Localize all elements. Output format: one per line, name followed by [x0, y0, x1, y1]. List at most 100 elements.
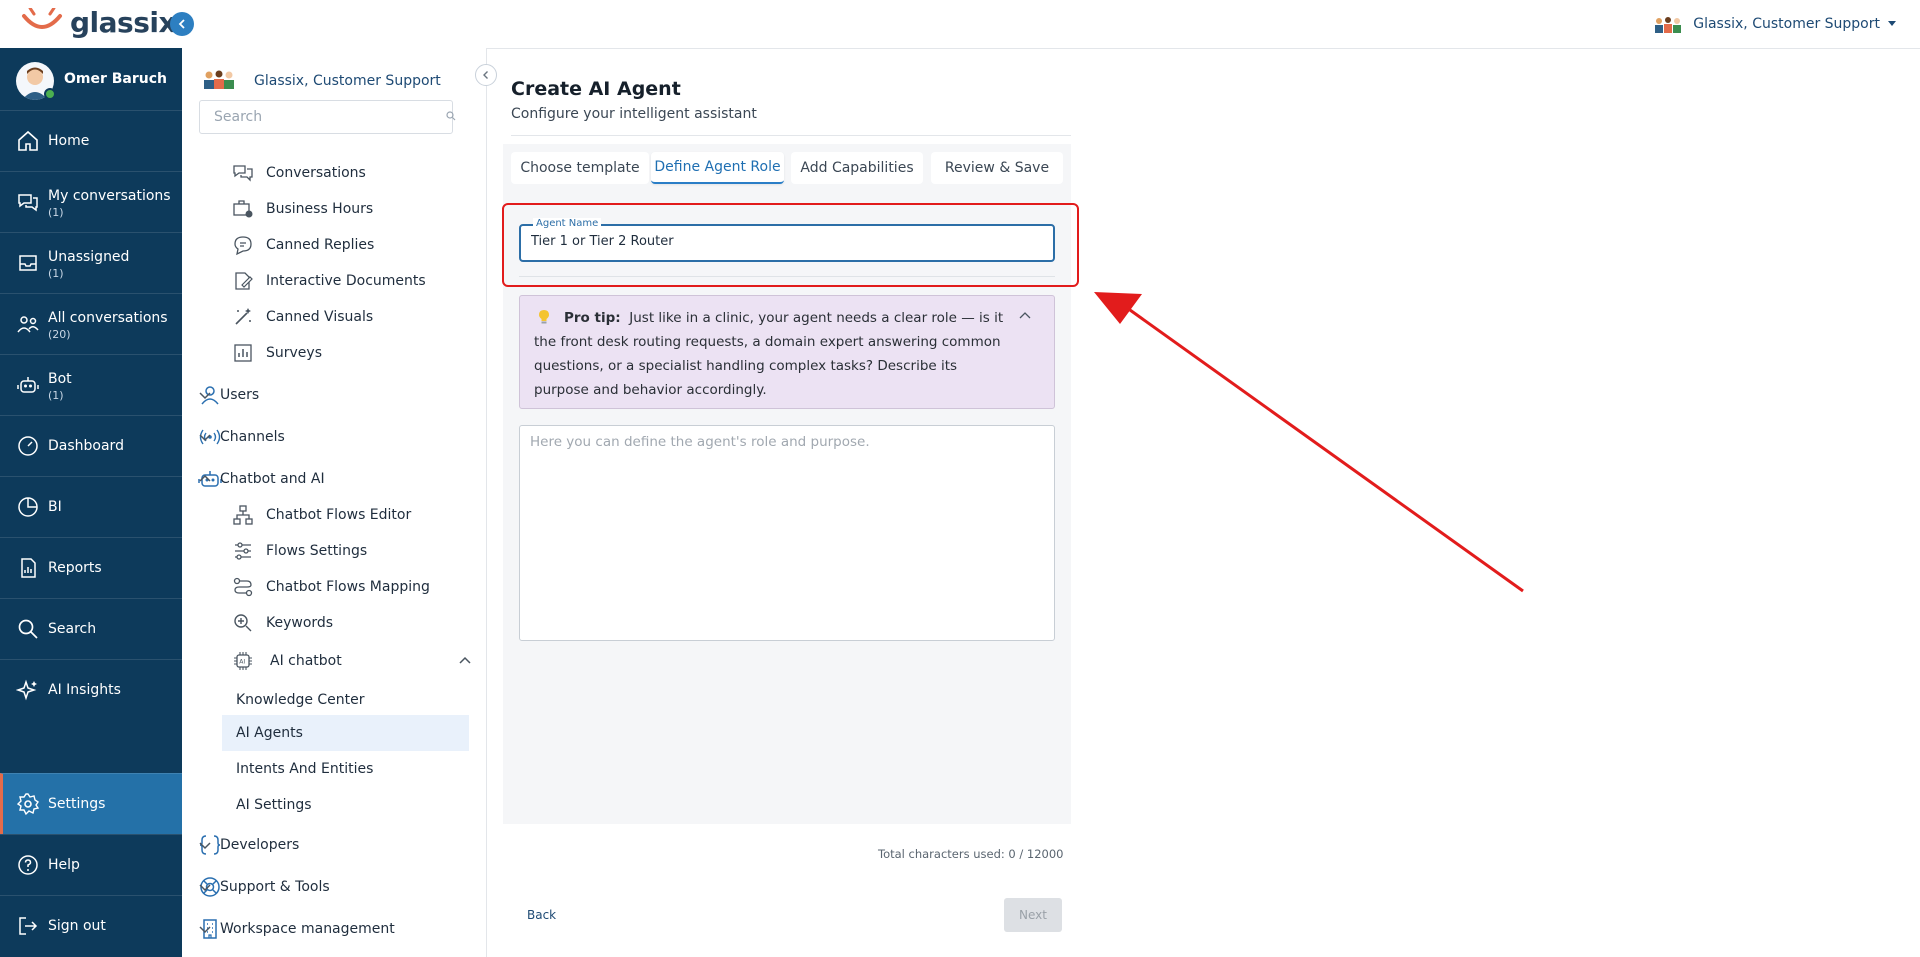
bar-chart-icon [232, 342, 254, 364]
menu-workspace-management[interactable]: Workspace management [198, 911, 474, 947]
settings-search-input[interactable] [199, 100, 453, 134]
step-review-save[interactable]: Review & Save [931, 152, 1063, 184]
nav-help[interactable]: Help [0, 834, 182, 895]
collapse-nav-button[interactable] [170, 12, 194, 36]
nav-settings-label: Settings [48, 796, 106, 812]
nav-bot-count: (1) [48, 389, 64, 402]
nav-bi[interactable]: BI [0, 476, 182, 537]
menu-users[interactable]: Users [198, 377, 474, 413]
menu-surveys[interactable]: Surveys [222, 338, 472, 368]
briefcase-clock-icon [232, 198, 254, 220]
reply-bubble-icon [232, 234, 254, 256]
agent-name-label: Agent Name [533, 218, 602, 229]
pro-tip-label: Pro tip: [564, 310, 621, 326]
chevron-up-icon[interactable] [1018, 310, 1032, 320]
menu-conversations[interactable]: Conversations [222, 158, 472, 188]
nav-home[interactable]: Home [0, 110, 182, 171]
document-edit-icon [232, 270, 254, 292]
menu-flows-settings[interactable]: Flows Settings [222, 536, 472, 566]
pro-tip-text: Pro tip: Just like in a clinic, your age… [534, 306, 1004, 402]
menu-interactive-documents-label: Interactive Documents [266, 273, 426, 289]
settings-menu: Glassix, Customer Support Conversations … [182, 48, 487, 957]
nav-unassigned-count: (1) [48, 267, 64, 280]
menu-developers[interactable]: Developers [198, 827, 474, 863]
nav-unassigned[interactable]: Unassigned (1) [0, 232, 182, 293]
nav-ai-insights-label: AI Insights [48, 682, 121, 698]
online-status-dot [44, 88, 56, 100]
gauge-icon [16, 434, 40, 458]
sliders-icon [232, 540, 254, 562]
nav-all-conversations[interactable]: All conversations (20) [0, 293, 182, 354]
nav-bot-label: Bot [48, 371, 72, 387]
nav-home-label: Home [48, 133, 90, 149]
page-subtitle: Configure your intelligent assistant [511, 106, 757, 122]
pie-chart-icon [16, 495, 40, 519]
nav-search[interactable]: Search [0, 598, 182, 659]
nav-dashboard[interactable]: Dashboard [0, 415, 182, 476]
menu-interactive-documents[interactable]: Interactive Documents [222, 266, 472, 296]
field-divider [519, 276, 1055, 277]
search-icon [446, 111, 456, 121]
ai-chip-icon: AI [232, 650, 254, 672]
inbox-icon [16, 251, 40, 275]
agent-name-field[interactable]: Agent Name [519, 218, 1055, 262]
menu-intents-and-entities[interactable]: Intents And Entities [222, 751, 469, 787]
nav-bot[interactable]: Bot (1) [0, 354, 182, 415]
nav-sign-out[interactable]: Sign out [0, 895, 182, 956]
glassix-logo-icon [20, 8, 64, 38]
nav-reports-label: Reports [48, 560, 102, 576]
menu-canned-replies[interactable]: Canned Replies [222, 230, 472, 260]
menu-ai-settings[interactable]: AI Settings [222, 787, 469, 823]
menu-ai-settings-label: AI Settings [236, 797, 312, 813]
chevron-down-icon [198, 922, 212, 936]
menu-channels-label: Channels [220, 429, 285, 445]
back-button[interactable]: Back [527, 908, 556, 922]
team-icon [16, 312, 40, 336]
menu-canned-visuals[interactable]: Canned Visuals [222, 302, 472, 332]
collapse-settings-panel-button[interactable] [475, 64, 497, 86]
menu-users-label: Users [220, 387, 260, 403]
nav-settings[interactable]: Settings [0, 773, 182, 834]
step-define-agent-role[interactable]: Define Agent Role [651, 152, 784, 184]
menu-support-tools-label: Support & Tools [220, 879, 330, 895]
team-avatar-icon [202, 68, 236, 90]
step-choose-template[interactable]: Choose template [511, 152, 649, 184]
menu-keywords[interactable]: Keywords [222, 608, 472, 638]
menu-support-tools[interactable]: Support & Tools [198, 869, 474, 905]
sparkle-icon [16, 678, 40, 702]
agent-role-textarea[interactable] [519, 425, 1055, 641]
settings-workspace-name: Glassix, Customer Support [254, 73, 441, 89]
route-icon [232, 576, 254, 598]
search-icon [16, 617, 40, 641]
menu-ai-chatbot[interactable]: AI AI chatbot [222, 646, 474, 676]
menu-chatbot-and-ai[interactable]: Chatbot and AI [198, 461, 474, 497]
step-add-capabilities[interactable]: Add Capabilities [791, 152, 923, 184]
user-profile[interactable]: Omer Baruch [0, 58, 182, 102]
menu-chatbot-and-ai-label: Chatbot and AI [220, 471, 325, 487]
nav-bi-label: BI [48, 499, 62, 515]
menu-chatbot-flows-mapping[interactable]: Chatbot Flows Mapping [222, 572, 472, 602]
page-title: Create AI Agent [511, 78, 681, 100]
logo-text: glassix [70, 6, 177, 39]
flow-tree-icon [232, 504, 254, 526]
nav-ai-insights[interactable]: AI Insights [0, 659, 182, 720]
menu-ai-agents[interactable]: AI Agents [222, 715, 469, 751]
menu-canned-visuals-label: Canned Visuals [266, 309, 374, 325]
nav-sign-out-label: Sign out [48, 918, 106, 934]
menu-business-hours[interactable]: Business Hours [222, 194, 472, 224]
agent-name-input[interactable] [531, 234, 1041, 249]
menu-chatbot-flows-editor[interactable]: Chatbot Flows Editor [222, 500, 472, 530]
workspace-name: Glassix, Customer Support [1693, 16, 1880, 32]
nav-reports[interactable]: Reports [0, 537, 182, 598]
workspace-switcher[interactable]: Glassix, Customer Support [1653, 12, 1896, 36]
menu-channels[interactable]: Channels [198, 419, 474, 455]
menu-canned-replies-label: Canned Replies [266, 237, 375, 253]
next-button[interactable]: Next [1004, 898, 1062, 932]
menu-keywords-label: Keywords [266, 615, 334, 631]
menu-knowledge-center[interactable]: Knowledge Center [222, 682, 469, 718]
bot-icon [16, 373, 40, 397]
menu-chatbot-flows-editor-label: Chatbot Flows Editor [266, 507, 412, 523]
nav-my-conversations[interactable]: My conversations (1) [0, 171, 182, 232]
chat-bubbles-icon [16, 190, 40, 214]
team-avatar-icon [1653, 14, 1683, 34]
